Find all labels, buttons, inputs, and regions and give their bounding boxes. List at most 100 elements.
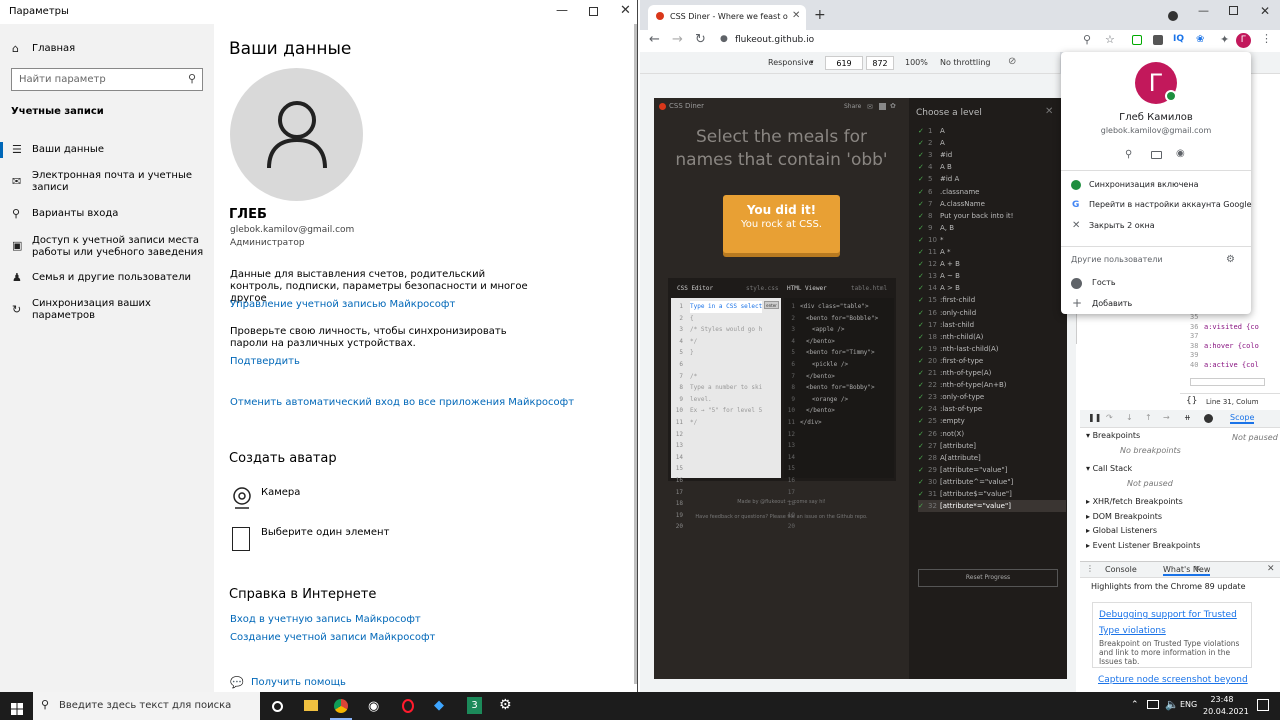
chevron-up-icon[interactable]: ⌃: [1131, 700, 1139, 710]
level-item[interactable]: ✓ 12 A + B: [918, 258, 1066, 270]
network-icon[interactable]: [1147, 700, 1159, 709]
news-card[interactable]: Debugging support for Trusted Type viola…: [1092, 602, 1252, 668]
tab-close-icon[interactable]: ✕: [1194, 564, 1201, 573]
help-link-signin[interactable]: Вход в учетную запись Майкрософт: [230, 614, 421, 625]
level-item[interactable]: ✓ 20:first-of-type: [918, 355, 1066, 367]
manage-account-link[interactable]: Управление учетной записью Майкрософт: [230, 299, 455, 310]
scrollbar[interactable]: [634, 24, 637, 684]
search-input[interactable]: Найти параметр ⚲: [11, 68, 203, 91]
share-twitter-icon[interactable]: ✿: [890, 102, 896, 110]
url-bar[interactable]: flukeout.github.io: [735, 35, 814, 45]
throttling-select[interactable]: No throttling: [940, 58, 991, 67]
browser-tab[interactable]: CSS Diner - Where we feast on C ✕: [648, 5, 806, 30]
sync-status-item[interactable]: Синхронизация включена: [1071, 178, 1198, 192]
app-icon[interactable]: ◆: [434, 698, 444, 713]
tab-whats-new[interactable]: What's New: [1163, 565, 1211, 576]
share-mail-icon[interactable]: ✉: [867, 103, 873, 111]
close-icon[interactable]: ✕: [1260, 4, 1270, 18]
pause-exceptions-icon[interactable]: [1204, 414, 1213, 423]
iq-extension-icon[interactable]: IQ: [1173, 34, 1184, 44]
breakpoints-section[interactable]: ▾ Breakpoints: [1086, 429, 1140, 443]
news-title-link-2[interactable]: Capture node screenshot beyond: [1098, 675, 1248, 685]
task-view-icon[interactable]: [272, 701, 283, 712]
steam-icon[interactable]: ◉: [368, 699, 379, 714]
css-editor[interactable]: 1 2 3 4 5 6 7 8 9 10 11 12 13 14 15 16 17 18 19 20 Type in …: [671, 298, 781, 530]
clock-date[interactable]: 20.04.2021: [1203, 707, 1249, 716]
level-item[interactable]: ✓ 32 [attribute*="value"]: [918, 500, 1066, 513]
level-item[interactable]: ✓ 4 A B: [918, 161, 1066, 173]
windows-start-icon[interactable]: [11, 700, 23, 715]
level-item[interactable]: ✓ 21:nth-of-type(A): [918, 367, 1066, 379]
nav-sync[interactable]: ↻ Синхронизация ваших параметров: [0, 297, 214, 323]
dom-breakpoints-section[interactable]: ▸ DOM Breakpoints: [1086, 510, 1162, 524]
level-item[interactable]: ✓ 25:empty: [918, 415, 1066, 427]
close-drawer-icon[interactable]: ✕: [1267, 564, 1275, 574]
horizontal-scrollbar[interactable]: [1190, 378, 1265, 386]
step-over-icon[interactable]: ↷: [1106, 413, 1113, 422]
level-item[interactable]: ✓ 1 A: [918, 125, 1066, 137]
level-item[interactable]: ✓ 17:last-child: [918, 319, 1066, 331]
notifications-icon[interactable]: [1257, 699, 1269, 711]
help-link-create[interactable]: Создание учетной записи Майкрософт: [230, 632, 435, 643]
level-item[interactable]: ✓ 13 A ~ B: [918, 270, 1066, 282]
step-out-icon[interactable]: ↑: [1145, 413, 1152, 422]
file-explorer-icon[interactable]: [304, 700, 318, 711]
google-account-item[interactable]: G Перейти в настройки аккаунта Google: [1071, 198, 1251, 212]
deactivate-breakpoints-icon[interactable]: ⧺: [1184, 413, 1191, 422]
lock-icon[interactable]: ●: [720, 34, 728, 44]
taskbar-search[interactable]: ⚲ Введите здесь текст для поиска: [33, 692, 260, 720]
height-input[interactable]: 872: [866, 56, 894, 70]
level-item[interactable]: ✓ 19:nth-last-child(A): [918, 343, 1066, 355]
close-levels-icon[interactable]: ✕: [1045, 106, 1053, 117]
level-item[interactable]: ✓ 14 A > B: [918, 282, 1066, 294]
tab-search-icon[interactable]: [1168, 11, 1178, 21]
device-select[interactable]: Responsive: [768, 58, 813, 67]
forward-icon[interactable]: →: [672, 32, 683, 47]
close-windows-item[interactable]: ✕ Закрыть 2 окна: [1071, 219, 1155, 233]
menu-icon[interactable]: ⋮: [1261, 32, 1272, 45]
nav-family[interactable]: ♟ Семья и другие пользователи: [0, 265, 214, 291]
volume-icon[interactable]: 🔈: [1165, 698, 1179, 711]
level-item[interactable]: ✓ 11 A *: [918, 246, 1066, 258]
level-item[interactable]: ✓ 2 A: [918, 137, 1066, 149]
share-facebook-icon[interactable]: [879, 103, 886, 110]
nav-signin-options[interactable]: ⚲ Варианты входа: [0, 201, 214, 227]
feedback-text[interactable]: Have feedback or questions? Please file …: [654, 514, 909, 520]
add-profile-item[interactable]: + Добавить: [1071, 296, 1132, 311]
credits-text[interactable]: Made by @flukeout — come say hi!: [654, 499, 909, 505]
payment-card-icon[interactable]: [1151, 151, 1162, 159]
verify-link[interactable]: Подтвердить: [230, 356, 300, 367]
nav-email-accounts[interactable]: ✉ Электронная почта и учетные записи: [0, 169, 214, 195]
nav-home[interactable]: ⌂ Главная: [0, 36, 214, 62]
bookmark-star-icon[interactable]: ☆: [1105, 33, 1115, 46]
level-item[interactable]: ✓ 30 [attribute^="value"]: [918, 476, 1066, 488]
level-item[interactable]: ✓ 27 [attribute]: [918, 440, 1066, 452]
call-stack-section[interactable]: ▾ Call Stack: [1086, 462, 1132, 476]
tab-console[interactable]: Console: [1105, 565, 1137, 574]
close-icon[interactable]: ✕: [620, 3, 631, 18]
level-item[interactable]: ✓ 26:not(X): [918, 428, 1066, 440]
tab-scope[interactable]: Scope: [1230, 413, 1255, 424]
search-icon[interactable]: ⚲: [188, 72, 196, 85]
enter-button[interactable]: enter: [764, 301, 779, 309]
extension-icon[interactable]: [1153, 35, 1163, 45]
maximize-icon[interactable]: [1229, 6, 1238, 15]
level-item[interactable]: ✓ 9 A, B: [918, 222, 1066, 234]
app-3-icon[interactable]: 3: [467, 697, 482, 714]
format-icon[interactable]: {}: [1186, 396, 1197, 406]
gear-icon[interactable]: ⚙: [1226, 254, 1235, 265]
css-code[interactable]: Type in a CSS selecto { /* Styles would …: [690, 301, 762, 429]
reset-progress-button[interactable]: Reset Progress: [918, 569, 1058, 587]
level-item[interactable]: ✓ 18:nth-child(A): [918, 331, 1066, 343]
guest-item[interactable]: Гость: [1071, 276, 1116, 290]
get-help-link[interactable]: Получить помощь: [251, 677, 346, 688]
xhr-breakpoints-section[interactable]: ▸ XHR/fetch Breakpoints: [1086, 495, 1183, 509]
puzzle-icon[interactable]: ✦: [1220, 33, 1229, 46]
maximize-icon[interactable]: [589, 7, 598, 16]
auto-signin-link[interactable]: Отменить автоматический вход во все прил…: [230, 397, 574, 408]
opera-icon[interactable]: [402, 699, 414, 713]
level-item[interactable]: ✓ 7 A.className: [918, 198, 1066, 210]
level-item[interactable]: ✓ 16:only-child: [918, 307, 1066, 319]
step-into-icon[interactable]: ↓: [1126, 413, 1133, 422]
file-icon[interactable]: [232, 527, 250, 551]
